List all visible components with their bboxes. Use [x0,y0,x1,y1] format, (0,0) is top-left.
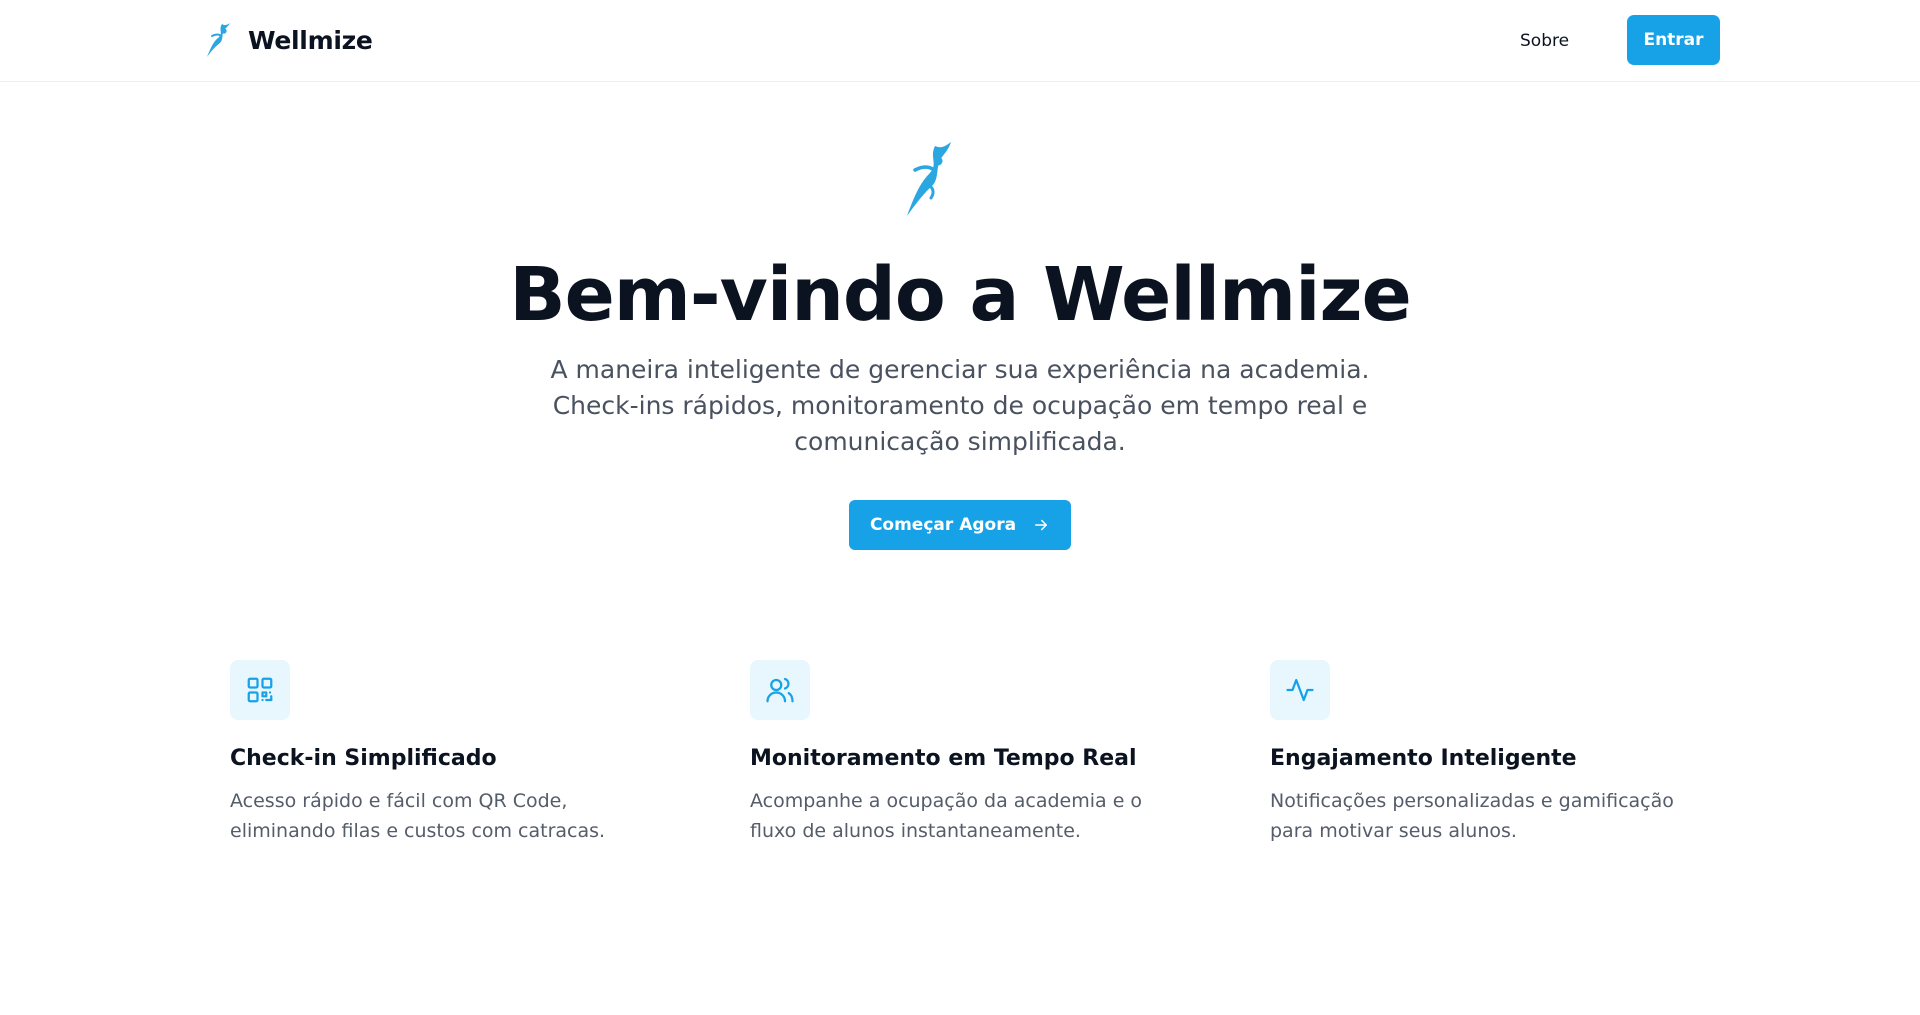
feature-description: Acompanhe a ocupação da academia e o flu… [750,790,1143,842]
feature-description: Notificações personalizadas e gamificaçã… [1270,790,1674,842]
hero-subtitle: A maneira inteligente de gerenciar sua e… [550,355,1370,456]
login-button[interactable]: Entrar [1627,15,1720,65]
feature-title: Engajamento Inteligente [1270,746,1577,771]
qr-code-icon [247,677,273,703]
wellmize-logo-icon [207,23,230,57]
brand-name: Wellmize [248,25,373,55]
feature-icon-box [750,660,810,720]
nav-link-about[interactable]: Sobre [1520,24,1569,58]
top-navbar: Wellmize Sobre Entrar [0,0,1920,82]
feature-card-checkin: Check-in Simplificado Acesso rápido e fá… [230,660,690,846]
feature-icon-box [1270,660,1330,720]
get-started-label: Começar Agora [869,515,1017,535]
wellmize-hero-logo-icon [907,142,951,216]
feature-card-monitoring: Monitoramento em Tempo Real Acompanhe a … [750,660,1210,846]
users-icon [766,677,794,703]
hero-title: Bem-vindo a Wellmize [509,252,1412,338]
feature-title: Monitoramento em Tempo Real [750,746,1137,771]
get-started-button[interactable]: Começar Agora [849,500,1071,550]
activity-icon [1286,678,1314,702]
brand[interactable]: Wellmize [204,18,373,62]
arrow-right-icon [1035,519,1048,531]
feature-description: Acesso rápido e fácil com QR Code, elimi… [230,790,606,842]
feature-card-engagement: Engajamento Inteligente Notificações per… [1270,660,1730,846]
feature-title: Check-in Simplificado [230,746,497,771]
feature-icon-box [230,660,290,720]
